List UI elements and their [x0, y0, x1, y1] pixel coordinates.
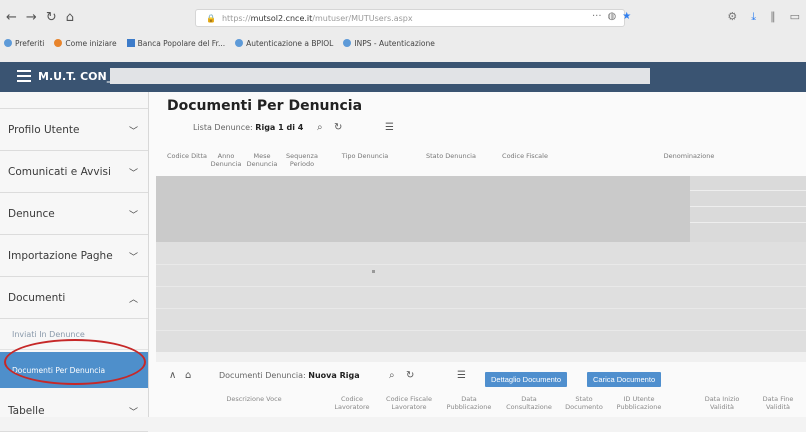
- bank-icon: [126, 39, 135, 47]
- column-header[interactable]: Codice Ditta: [167, 152, 207, 160]
- bookmark-item[interactable]: Autenticazione a BPIOL: [235, 36, 333, 50]
- browser-chrome: ← → ↻ ⌂ 🔒 https://mutsol2.cnce.it/mutuser…: [0, 0, 806, 62]
- reload-icon[interactable]: ↻: [46, 10, 57, 25]
- column-header[interactable]: Data Pubblicazione: [441, 395, 497, 411]
- forward-arrow-icon[interactable]: →: [26, 10, 37, 25]
- bookmark-item[interactable]: Preferiti: [4, 36, 44, 50]
- search-icon[interactable]: ⌕: [317, 122, 323, 133]
- bookmark-item[interactable]: Come iniziare: [54, 36, 117, 50]
- highlight-annotation: [4, 339, 146, 385]
- column-header[interactable]: Data Fine Validità: [755, 395, 801, 411]
- column-header[interactable]: Codice Lavoratore: [329, 395, 375, 411]
- address-actions: ··· ◍ ★: [592, 11, 631, 22]
- sidebar-item-tabelle[interactable]: Tabelle ﹀: [0, 390, 148, 432]
- docs-row-indicator: Nuova Riga: [308, 371, 360, 380]
- sidebar-item-label: Profilo Utente: [8, 123, 80, 136]
- table-footer: [156, 352, 806, 362]
- bookmark-star-icon[interactable]: ★: [622, 11, 631, 22]
- list-label: Lista Denunce:: [193, 123, 253, 132]
- download-icon[interactable]: ⤓: [751, 10, 756, 24]
- chevron-down-icon: ﹀: [128, 211, 138, 221]
- hamburger-menu-icon[interactable]: [17, 70, 31, 82]
- docs-label: Documenti Denuncia:: [219, 371, 306, 380]
- browser-nav: ← → ↻ ⌂: [6, 10, 74, 25]
- lock-icon: 🔒: [206, 14, 216, 23]
- table-rows-right: [690, 176, 806, 242]
- main-content: Documenti Per Denuncia Lista Denunce: Ri…: [149, 92, 806, 417]
- column-header[interactable]: Sequenza Periodo: [283, 152, 321, 168]
- app-title: M.U.T. CON_: [38, 70, 113, 83]
- home-icon[interactable]: ⌂: [66, 10, 74, 25]
- sidebar-item-label: Comunicati e Avvisi: [8, 165, 111, 178]
- chevron-down-icon: ﹀: [128, 127, 138, 137]
- column-header[interactable]: Codice Fiscale: [495, 152, 555, 160]
- url-path: /mutuser/MUTUsers.aspx: [312, 14, 413, 23]
- redacted-area: [110, 68, 650, 84]
- bookmark-item[interactable]: INPS - Autenticazione: [343, 36, 435, 50]
- filter-icon[interactable]: ☰: [385, 122, 394, 133]
- sidebar-item-denunce[interactable]: Denunce ﹀: [0, 193, 148, 235]
- dettaglio-documento-button[interactable]: Dettaglio Documento: [485, 372, 568, 387]
- bookmark-item[interactable]: Banca Popolare del Fr...: [126, 36, 225, 50]
- sidebar-item-documenti[interactable]: Documenti ︿: [0, 277, 148, 319]
- collapse-up-icon[interactable]: ∧: [169, 370, 176, 381]
- firefox-icon: [54, 39, 63, 47]
- sidebar-item-label: Denunce: [8, 207, 55, 220]
- chevron-down-icon: ﹀: [128, 169, 138, 179]
- redacted-rows: [156, 176, 690, 242]
- list-toolbar: Lista Denunce: Riga 1 di 4: [193, 123, 303, 132]
- sidebar-item-importazione-paghe[interactable]: Importazione Paghe ﹀: [0, 235, 148, 277]
- sidebar-toggle-icon[interactable]: ▭: [790, 10, 800, 24]
- address-bar[interactable]: 🔒 https://mutsol2.cnce.it/mutuser/MUTUser…: [195, 9, 625, 27]
- chevron-down-icon: ﹀: [128, 408, 138, 418]
- list-row-indicator: Riga 1 di 4: [255, 123, 304, 132]
- more-icon[interactable]: ···: [592, 11, 602, 22]
- column-header[interactable]: ID Utente Pubblicazione: [612, 395, 666, 411]
- globe-icon: [343, 39, 352, 47]
- refresh-icon[interactable]: ↻: [334, 122, 342, 133]
- column-header[interactable]: Stato Documento: [559, 395, 609, 411]
- search-icon[interactable]: ⌕: [389, 370, 395, 381]
- sidebar-item-profilo-utente[interactable]: Profilo Utente ﹀: [0, 109, 148, 151]
- column-header[interactable]: Stato Denuncia: [421, 152, 481, 160]
- lock-icon[interactable]: ⌂: [185, 370, 191, 381]
- back-arrow-icon[interactable]: ←: [6, 10, 17, 25]
- refresh-icon[interactable]: ↻: [406, 370, 414, 381]
- page-title: Documenti Per Denuncia: [167, 98, 363, 114]
- app-header: M.U.T. CON_: [0, 62, 806, 92]
- toolbar-right: ⚙ ⤓ ∥ ▭: [727, 10, 800, 24]
- sidebar-item-label: Documenti: [8, 291, 66, 304]
- docs-toolbar: Documenti Denuncia: Nuova Riga: [219, 371, 360, 380]
- globe-icon: [4, 39, 12, 47]
- sidebar-item-label: Importazione Paghe: [8, 249, 113, 262]
- column-header[interactable]: Tipo Denuncia: [335, 152, 395, 160]
- bookmarks-bar: Preferiti Come iniziare Banca Popolare d…: [4, 36, 435, 50]
- url-prefix: https://: [221, 14, 251, 23]
- url-domain: mutsol2.cnce.it: [250, 14, 313, 23]
- sidebar-top: [0, 92, 148, 109]
- sidebar-item-comunicati[interactable]: Comunicati e Avvisi ﹀: [0, 151, 148, 193]
- library-icon[interactable]: ∥: [770, 10, 776, 24]
- column-header[interactable]: Codice Fiscale Lavoratore: [381, 395, 437, 411]
- carica-documento-button[interactable]: Carica Documento: [587, 372, 662, 387]
- column-header[interactable]: Mese Denuncia: [245, 152, 279, 168]
- column-header[interactable]: Anno Denuncia: [209, 152, 243, 168]
- cursor-dot: [372, 270, 375, 273]
- filter-icon[interactable]: ☰: [457, 370, 466, 381]
- chevron-up-icon: ︿: [128, 295, 138, 305]
- pocket-icon[interactable]: ◍: [608, 11, 617, 22]
- column-header[interactable]: Data Inizio Validità: [699, 395, 745, 411]
- chevron-down-icon: ﹀: [128, 253, 138, 263]
- extensions-icon[interactable]: ⚙: [727, 10, 737, 24]
- table-empty-area: [156, 242, 806, 352]
- column-header[interactable]: Descrizione Voce: [219, 395, 289, 403]
- sidebar-item-label: Tabelle: [8, 404, 45, 417]
- column-header[interactable]: Data Consultazione: [501, 395, 557, 411]
- column-header[interactable]: Denominazione: [649, 152, 729, 160]
- globe-icon: [235, 39, 244, 47]
